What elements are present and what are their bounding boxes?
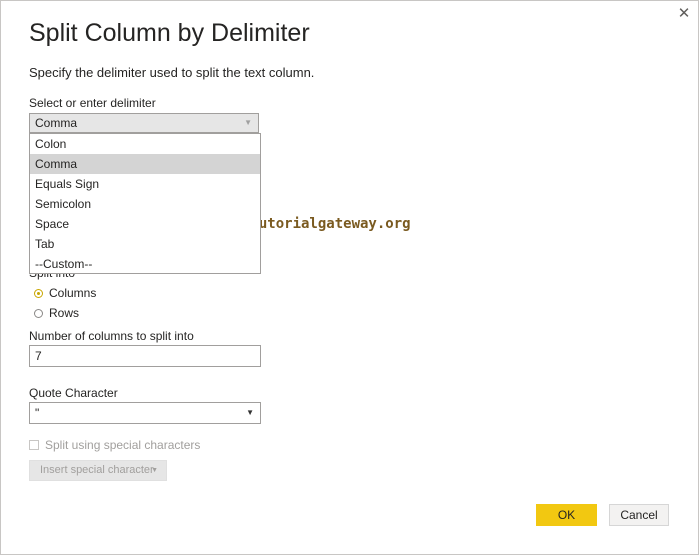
delimiter-option[interactable]: Equals Sign xyxy=(30,174,260,194)
delimiter-option[interactable]: Semicolon xyxy=(30,194,260,214)
chevron-down-icon: ▼ xyxy=(246,408,254,417)
close-icon[interactable]: ✕ xyxy=(675,5,693,23)
cancel-button[interactable]: Cancel xyxy=(609,504,669,526)
delimiter-select[interactable]: Comma ▼ xyxy=(29,113,259,133)
radio-checked-icon xyxy=(34,288,43,298)
quote-char-label: Quote Character xyxy=(29,386,118,400)
dialog-title: Split Column by Delimiter xyxy=(29,19,310,47)
delimiter-dropdown-list: Colon Comma Equals Sign Semicolon Space … xyxy=(29,133,261,274)
radio-columns-label: Columns xyxy=(49,286,97,300)
columns-count-input[interactable]: 7 xyxy=(29,345,261,367)
watermark: ©tutorialgateway.org xyxy=(242,216,411,232)
chevron-down-icon: ▼ xyxy=(244,118,252,127)
delimiter-label: Select or enter delimiter xyxy=(29,96,156,110)
special-chars-label: Split using special characters xyxy=(45,438,201,452)
special-chars-checkbox[interactable] xyxy=(29,440,39,450)
columns-count-label: Number of columns to split into xyxy=(29,329,194,343)
delimiter-option-selected[interactable]: Comma xyxy=(30,154,260,174)
dialog-subtitle: Specify the delimiter used to split the … xyxy=(29,65,315,80)
special-chars-checkbox-row[interactable]: Split using special characters xyxy=(29,438,200,452)
split-column-dialog: ✕ Split Column by Delimiter Specify the … xyxy=(0,0,699,555)
radio-columns[interactable]: Columns xyxy=(34,286,96,300)
quote-char-select[interactable]: " ▼ xyxy=(29,402,261,424)
delimiter-option[interactable]: --Custom-- xyxy=(30,254,260,274)
delimiter-option[interactable]: Colon xyxy=(30,134,260,154)
chevron-down-icon: ▼ xyxy=(151,467,158,474)
radio-rows-label: Rows xyxy=(49,306,80,320)
ok-button[interactable]: OK xyxy=(536,504,597,526)
delimiter-select-value: Comma xyxy=(35,116,78,130)
delimiter-option[interactable]: Space xyxy=(30,214,260,234)
delimiter-option[interactable]: Tab xyxy=(30,234,260,254)
radio-unchecked-icon xyxy=(34,308,43,318)
insert-special-character-label: Insert special character xyxy=(40,464,154,476)
quote-char-value: " xyxy=(35,406,40,420)
insert-special-character-button[interactable]: Insert special character ▼ xyxy=(29,460,167,481)
radio-rows[interactable]: Rows xyxy=(34,306,79,320)
